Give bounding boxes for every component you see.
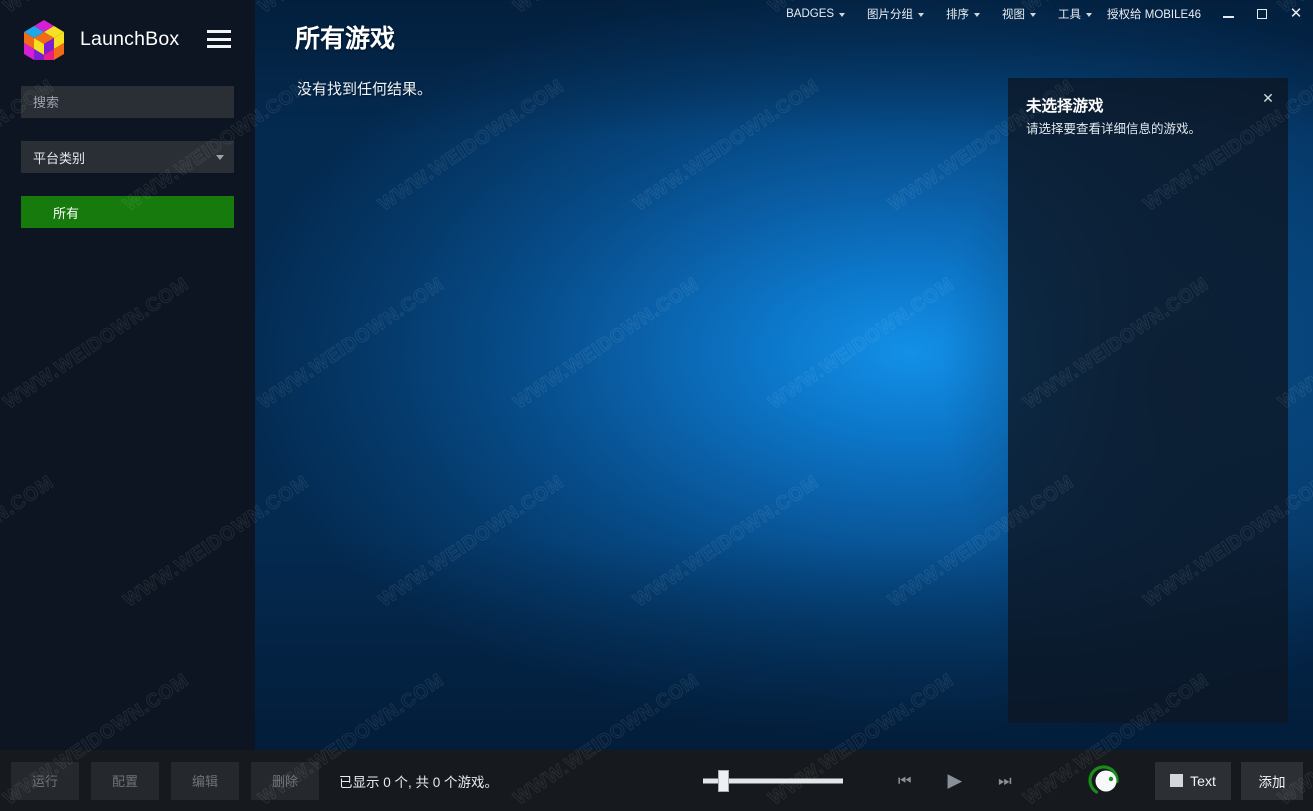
menu-strip: BADGES 图片分组 排序 视图 工具 授权给 MOBILE46 bbox=[775, 0, 1211, 27]
hamburger-menu-icon[interactable] bbox=[207, 30, 231, 48]
menu-image-group-label: 图片分组 bbox=[867, 8, 914, 21]
delete-button[interactable]: 删除 bbox=[251, 761, 319, 800]
transport-controls: ⏮ ▶ ⏭ bbox=[898, 771, 1012, 790]
minimize-icon[interactable] bbox=[1211, 0, 1245, 27]
license-label: 授权给 MOBILE46 bbox=[1107, 8, 1201, 21]
brand-header: LaunchBox bbox=[0, 0, 255, 78]
chevron-down-icon bbox=[1086, 12, 1093, 17]
menu-tools-label: 工具 bbox=[1058, 8, 1082, 21]
details-title: 未选择游戏 bbox=[1026, 98, 1104, 115]
text-toggle-button[interactable]: Text bbox=[1155, 761, 1231, 800]
platform-category-select[interactable]: 平台类别 bbox=[21, 141, 234, 173]
zoom-slider[interactable] bbox=[703, 769, 843, 793]
menu-badges[interactable]: BADGES bbox=[775, 0, 856, 27]
chevron-down-icon bbox=[216, 154, 224, 160]
edit-button-label: 编辑 bbox=[191, 774, 218, 789]
menu-view-label: 视图 bbox=[1002, 8, 1026, 21]
menu-badges-label: BADGES bbox=[786, 7, 835, 20]
run-button-label: 运行 bbox=[31, 774, 58, 789]
delete-button-label: 删除 bbox=[271, 774, 298, 789]
configure-button-label: 配置 bbox=[111, 774, 138, 789]
sidebar: LaunchBox 平台类别 所有 bbox=[0, 0, 255, 750]
sidebar-item-label: 所有 bbox=[53, 205, 80, 221]
search-input[interactable] bbox=[33, 94, 222, 110]
previous-track-icon[interactable]: ⏮ bbox=[898, 773, 912, 788]
square-icon bbox=[1170, 774, 1184, 787]
edit-button[interactable]: 编辑 bbox=[171, 761, 239, 800]
chevron-down-icon bbox=[974, 12, 981, 17]
next-track-icon[interactable]: ⏭ bbox=[998, 773, 1012, 788]
volume-knob-icon[interactable] bbox=[1086, 761, 1126, 801]
menu-view[interactable]: 视图 bbox=[991, 0, 1047, 27]
play-icon[interactable]: ▶ bbox=[948, 771, 963, 790]
menu-sort-label: 排序 bbox=[946, 8, 970, 21]
chevron-down-icon bbox=[1030, 12, 1037, 17]
launchbox-window: LaunchBox 平台类别 所有 所有游戏 没有找到任何结果。 未选择游戏 请… bbox=[0, 0, 1313, 811]
brand-name: LaunchBox bbox=[80, 27, 180, 50]
titlebar: BADGES 图片分组 排序 视图 工具 授权给 MOBILE46 ✕ bbox=[255, 0, 1313, 27]
game-details-panel: 未选择游戏 请选择要查看详细信息的游戏。 ✕ bbox=[1008, 78, 1288, 723]
menu-sort[interactable]: 排序 bbox=[935, 0, 991, 27]
configure-button[interactable]: 配置 bbox=[91, 761, 159, 800]
chevron-down-icon bbox=[918, 12, 925, 17]
window-controls: ✕ bbox=[1211, 0, 1313, 27]
sidebar-item-all[interactable]: 所有 bbox=[21, 196, 234, 228]
add-button-label: 添加 bbox=[1258, 774, 1286, 790]
add-button[interactable]: 添加 bbox=[1241, 761, 1303, 800]
status-text: 已显示 0 个, 共 0 个游戏。 bbox=[339, 774, 499, 790]
close-icon[interactable]: ✕ bbox=[1279, 0, 1313, 27]
rubiks-cube-icon bbox=[22, 17, 66, 61]
run-button[interactable]: 运行 bbox=[11, 761, 79, 800]
close-icon[interactable]: ✕ bbox=[1260, 90, 1276, 106]
text-toggle-label: Text bbox=[1190, 772, 1216, 789]
empty-state-message: 没有找到任何结果。 bbox=[297, 81, 433, 98]
maximize-icon[interactable] bbox=[1245, 0, 1279, 27]
details-subtitle: 请选择要查看详细信息的游戏。 bbox=[1026, 122, 1202, 136]
chevron-down-icon bbox=[839, 12, 846, 17]
bottom-toolbar: 运行 配置 编辑 删除 已显示 0 个, 共 0 个游戏。 ⏮ ▶ ⏭ Text… bbox=[0, 750, 1313, 811]
menu-image-group[interactable]: 图片分组 bbox=[856, 0, 935, 27]
menu-tools[interactable]: 工具 bbox=[1047, 0, 1103, 27]
platform-category-value: 平台类别 bbox=[33, 150, 86, 166]
slider-thumb[interactable] bbox=[718, 769, 729, 792]
search-box[interactable] bbox=[21, 86, 234, 118]
